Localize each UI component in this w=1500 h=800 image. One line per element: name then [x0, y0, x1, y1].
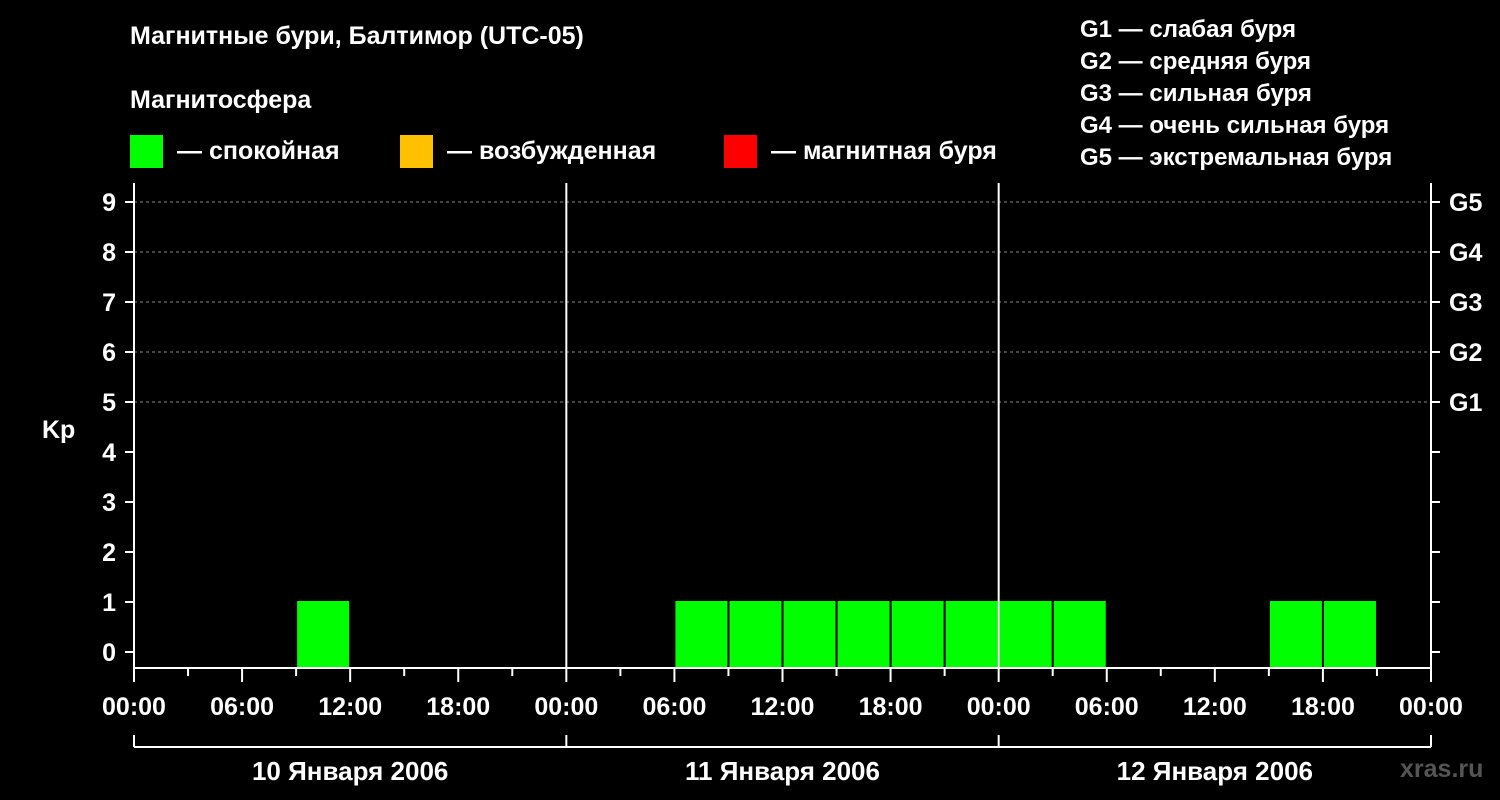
- y-tick-label-9: 9: [102, 189, 116, 217]
- y-axis-label: Kp: [42, 416, 75, 444]
- y-tick-label-3: 3: [102, 489, 116, 517]
- y-tick-label-1: 1: [102, 589, 116, 617]
- kp-bar-1: [675, 601, 728, 668]
- kp-chart: 0 1 2 3 4 5 6 7 8 9 G1 G2 G3 G4 G5 Kp 00:00 06:00 12:00 18:…: [42, 183, 1482, 786]
- right-axis-label-g1: G1: [1449, 389, 1482, 417]
- right-axis-label-g4: G4: [1449, 239, 1482, 267]
- x-tick-label-12: 00:00: [1399, 693, 1463, 721]
- x-tick-label-2: 12:00: [318, 693, 382, 721]
- kp-bar-8: [1053, 601, 1106, 668]
- watermark: xras.ru: [1400, 755, 1484, 783]
- x-tick-label-0: 00:00: [102, 693, 166, 721]
- kp-bar-6: [945, 601, 998, 668]
- kp-bar-10: [1323, 601, 1376, 668]
- x-tick-label-1: 06:00: [210, 693, 274, 721]
- x-tick-label-6: 12:00: [751, 693, 815, 721]
- day-label-1: 10 Января 2006: [252, 756, 448, 786]
- y-tick-label-5: 5: [102, 389, 116, 417]
- x-tick-label-8: 00:00: [967, 693, 1031, 721]
- x-tick-label-9: 06:00: [1075, 693, 1139, 721]
- day-label-2: 11 Января 2006: [685, 756, 880, 786]
- right-axis-label-g3: G3: [1449, 289, 1482, 317]
- right-axis-label-g2: G2: [1449, 339, 1482, 367]
- x-tick-label-10: 12:00: [1183, 693, 1247, 721]
- kp-bar-2: [729, 601, 782, 668]
- x-tick-label-3: 18:00: [426, 693, 490, 721]
- y-tick-label-4: 4: [102, 439, 116, 467]
- y-tick-label-0: 0: [102, 639, 116, 667]
- x-tick-label-11: 18:00: [1291, 693, 1355, 721]
- kp-bar-9: [1269, 601, 1322, 668]
- y-tick-label-7: 7: [102, 289, 116, 317]
- x-tick-label-7: 18:00: [859, 693, 923, 721]
- kp-bar-5: [891, 601, 944, 668]
- y-tick-label-8: 8: [102, 239, 116, 267]
- day-label-3: 12 Января 2006: [1117, 756, 1313, 786]
- y-tick-label-6: 6: [102, 339, 116, 367]
- kp-bar-0: [297, 601, 350, 668]
- right-axis-label-g5: G5: [1449, 189, 1482, 217]
- kp-bar-4: [837, 601, 890, 668]
- kp-bar-7: [999, 601, 1052, 668]
- kp-bar-3: [783, 601, 836, 668]
- x-tick-label-5: 06:00: [642, 693, 706, 721]
- x-tick-label-4: 00:00: [534, 693, 598, 721]
- y-tick-label-2: 2: [102, 539, 116, 567]
